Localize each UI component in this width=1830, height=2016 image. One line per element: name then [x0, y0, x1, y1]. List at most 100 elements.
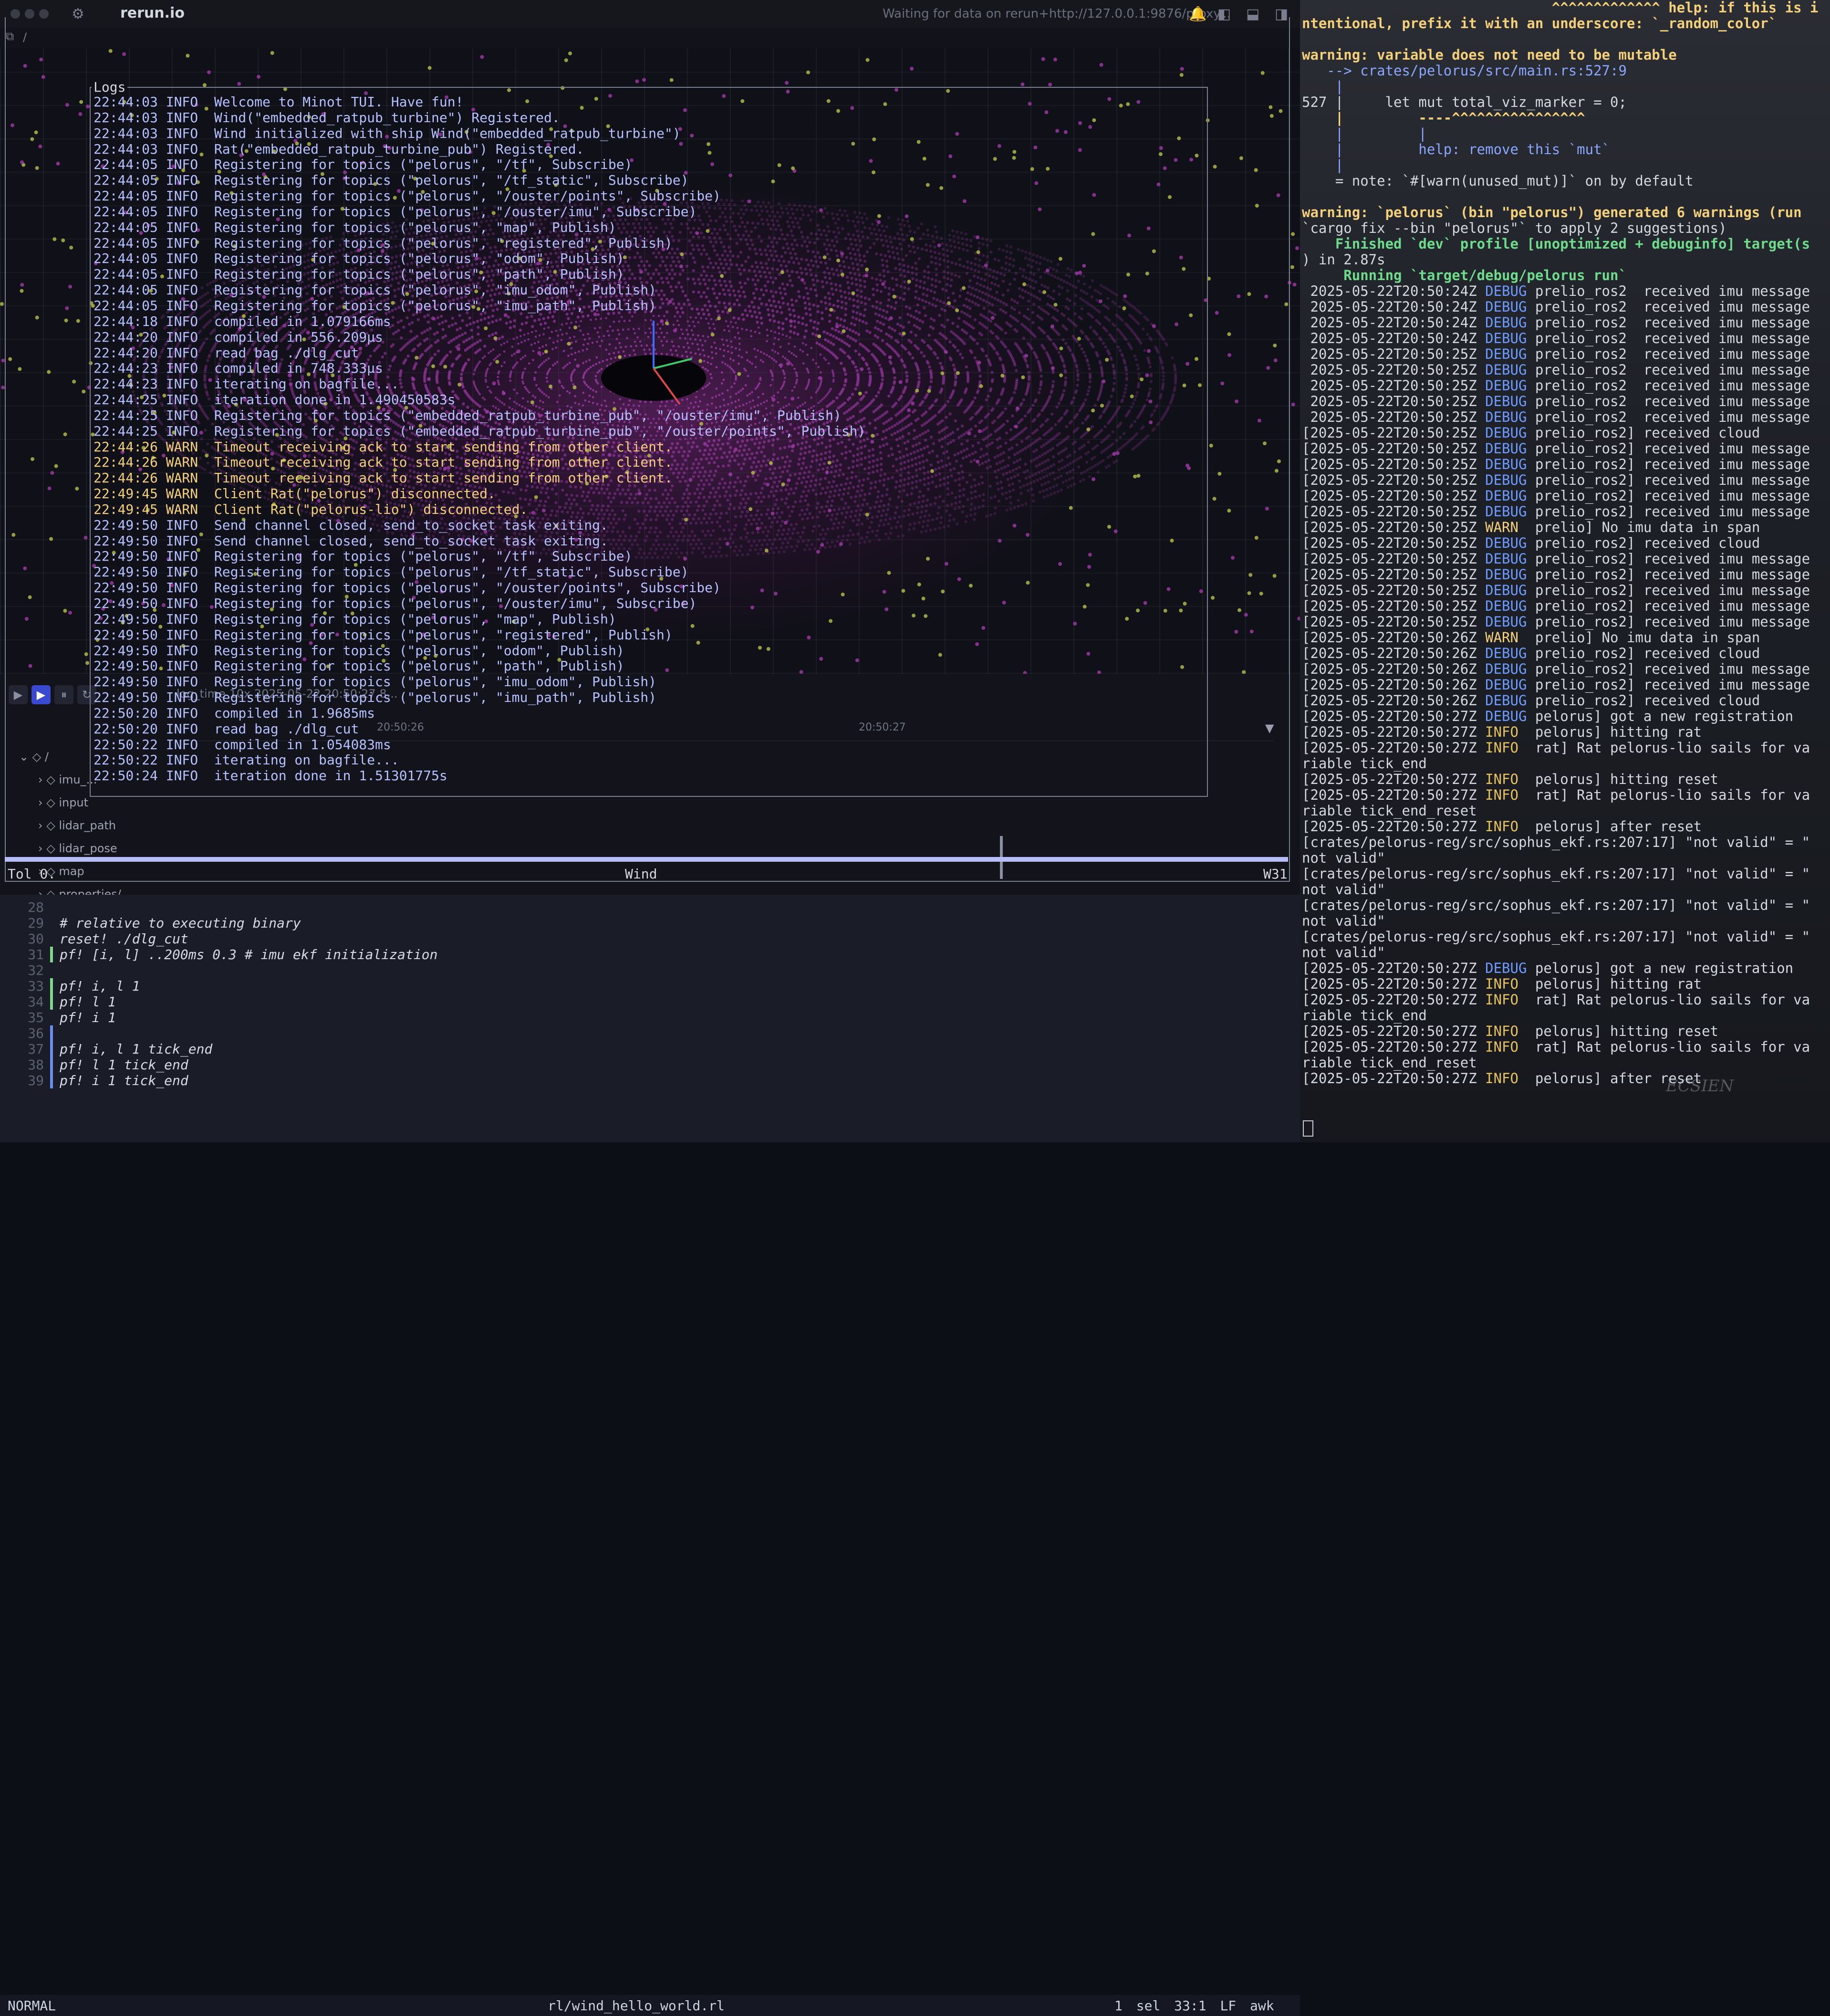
line-number: 31	[0, 947, 44, 962]
line-number: 35	[0, 1010, 44, 1025]
log-line: 22:49:50 INFO Send channel closed, send_…	[94, 533, 865, 549]
log-line: 22:44:25 INFO Registering for topics ("e…	[94, 424, 865, 439]
code-text: pf! i, l 1	[60, 978, 140, 994]
code-text: reset! ./dlg_cut	[60, 931, 188, 947]
terminal-line: [2025-05-22T20:50:26Z DEBUG prelio_ros2]…	[1302, 693, 1819, 709]
cursor-position: 33:1	[1174, 1998, 1206, 2014]
terminal-line	[1302, 31, 1819, 47]
terminal-line: --> crates/pelorus/src/main.rs:527:9	[1302, 63, 1819, 79]
editor-line: 29# relative to executing binary	[0, 915, 1300, 931]
terminal-line: riable tick_end	[1302, 1008, 1819, 1024]
terminal-line: [crates/pelorus-reg/src/sophus_ekf.rs:20…	[1302, 866, 1819, 882]
tree-item-label: › ◇ input	[38, 796, 88, 809]
editor-line: 33pf! i, l 1	[0, 978, 1300, 994]
terminal-line: |	[1302, 157, 1819, 173]
log-line: 22:49:50 INFO Send channel closed, send_…	[94, 518, 865, 533]
terminal-line: 2025-05-22T20:50:24Z DEBUG prelio_ros2 r…	[1302, 331, 1819, 346]
tree-item-label: › ◇ lidar_path	[38, 819, 116, 832]
log-line: 22:44:25 INFO Registering for topics ("e…	[94, 408, 865, 424]
tree-item[interactable]: › ◇ properties/	[38, 888, 121, 895]
terminal-line: riable tick_end_reset	[1302, 1055, 1819, 1071]
rerun-titlebar: ⚙ rerun.io Waiting for data on rerun+htt…	[0, 0, 1300, 28]
log-line: 22:50:20 INFO compiled in 1.9685ms	[94, 706, 865, 721]
app-title: rerun.io	[120, 5, 185, 21]
terminal-line: [2025-05-22T20:50:27Z DEBUG pelorus] got…	[1302, 709, 1819, 724]
play-button[interactable]: ▶	[31, 685, 51, 704]
tree-item-label: › ◇ imu_...	[38, 773, 97, 786]
line-number: 36	[0, 1025, 44, 1041]
log-line: 22:49:50 INFO Registering for topics ("p…	[94, 549, 865, 564]
horizontal-scrollbar[interactable]	[5, 857, 1288, 862]
close-window-button[interactable]	[10, 9, 20, 19]
terminal-line: = note: `#[warn(unused_mut)]` on by defa…	[1302, 173, 1819, 189]
terminal-line: [2025-05-22T20:50:25Z DEBUG prelio_ros2]…	[1302, 472, 1819, 488]
log-line: 22:44:26 WARN Timeout receiving ack to s…	[94, 455, 865, 470]
watermark: ECSIEN	[1666, 1076, 1734, 1096]
terminal-line: Finished `dev` profile [unoptimized + de…	[1302, 236, 1819, 252]
code-text: pf! i 1	[60, 1010, 116, 1025]
editor-line: 30 reset! ./dlg_cut	[0, 931, 1300, 947]
terminal-line: warning: `pelorus` (bin "pelorus") gener…	[1302, 205, 1819, 220]
log-line: 22:44:05 INFO Registering for topics ("p…	[94, 282, 865, 298]
rerun-window: ⚙ rerun.io Waiting for data on rerun+htt…	[0, 0, 1300, 895]
terminal-line: [2025-05-22T20:50:25Z DEBUG prelio_ros2]…	[1302, 551, 1819, 567]
terminal-line: 2025-05-22T20:50:24Z DEBUG prelio_ros2 r…	[1302, 315, 1819, 331]
bottom-panel-toggle-icon[interactable]: ⬓	[1246, 6, 1259, 22]
line-number: 28	[0, 899, 44, 915]
terminal-line: [2025-05-22T20:50:27Z INFO pelorus] afte…	[1302, 819, 1819, 835]
code-text: pf! [i, l] ..200ms 0.3 # imu ekf initial…	[60, 947, 437, 962]
viewport-pathbar: ⧉ /	[0, 28, 1300, 49]
time-cursor-icon[interactable]: ▼	[1265, 721, 1274, 735]
log-line: 22:44:26 WARN Timeout receiving ack to s…	[94, 470, 865, 486]
log-line: 22:44:03 INFO Welcome to Minot TUI. Have…	[94, 94, 865, 110]
tree-item[interactable]: › ◇ input	[38, 796, 88, 809]
entity-path: /	[23, 31, 27, 44]
terminal-line: [2025-05-22T20:50:27Z INFO rat] Rat pelo…	[1302, 1039, 1819, 1055]
terminal-line: 2025-05-22T20:50:25Z DEBUG prelio_ros2 r…	[1302, 378, 1819, 394]
maximize-window-button[interactable]	[39, 9, 49, 19]
line-number: 30	[0, 931, 44, 947]
log-line: 22:44:03 INFO Rat("embedded_ratpub_turbi…	[94, 142, 865, 157]
line-ending: LF	[1220, 1998, 1236, 2014]
left-panel-toggle-icon[interactable]: ◧	[1217, 6, 1231, 22]
terminal-line: [2025-05-22T20:50:27Z INFO rat] Rat pelo…	[1302, 992, 1819, 1008]
log-line: 22:49:50 INFO Registering for topics ("p…	[94, 643, 865, 659]
tree-item[interactable]: › ◇ lidar_pose	[38, 842, 117, 855]
terminal-window[interactable]: ^^^^^^^^^^^^^ help: if this is intention…	[1300, 0, 1830, 1142]
wind-right-label: W31	[1263, 866, 1288, 882]
log-line: 22:44:03 INFO Wind("embedded_ratpub_turb…	[94, 110, 865, 126]
terminal-line: 2025-05-22T20:50:24Z DEBUG prelio_ros2 r…	[1302, 299, 1819, 315]
terminal-line: not valid"	[1302, 882, 1819, 898]
tree-item[interactable]: ⌄ ◇ /	[19, 750, 49, 763]
terminal-line: not valid"	[1302, 850, 1819, 866]
git-change-marker	[50, 1041, 53, 1057]
log-line: 22:44:05 INFO Registering for topics ("p…	[94, 236, 865, 251]
tree-item[interactable]: › ◇ imu_...	[38, 773, 97, 786]
terminal-line: [2025-05-22T20:50:25Z DEBUG prelio_ros2]…	[1302, 614, 1819, 630]
line-number: 39	[0, 1073, 44, 1088]
git-change-marker	[50, 1057, 53, 1073]
code-text: pf! l 1 tick_end	[60, 1057, 188, 1073]
tree-item-label: › ◇ properties/	[38, 888, 121, 895]
view-3d-icon[interactable]: ⧉	[6, 30, 14, 43]
editor-line: 36	[0, 1025, 1300, 1041]
bell-icon[interactable]: 🔔	[1189, 6, 1206, 22]
pause-button[interactable]: ⏸	[54, 685, 73, 704]
tree-item[interactable]: › ◇ lidar_path	[38, 819, 116, 832]
git-change-marker	[50, 994, 53, 1010]
code-editor[interactable]: 2829# relative to executing binary30 rese…	[0, 895, 1300, 1142]
code-text: # relative to executing binary	[60, 915, 301, 931]
editor-line: 31 pf! [i, l] ..200ms 0.3 # imu ekf initi…	[0, 947, 1300, 962]
log-line: 22:49:50 INFO Registering for topics ("p…	[94, 690, 865, 706]
log-line: 22:49:45 WARN Client Rat("pelorus-lio") …	[94, 502, 865, 518]
log-line: 22:49:50 INFO Registering for topics ("p…	[94, 596, 865, 612]
play-back-button[interactable]: ▶	[9, 685, 28, 704]
log-line: 22:44:05 INFO Registering for topics ("p…	[94, 251, 865, 267]
minimize-window-button[interactable]	[25, 9, 34, 19]
editor-status-right: 1 sel 33:1 LF awk	[1114, 1998, 1274, 2014]
gear-icon[interactable]: ⚙	[72, 6, 84, 22]
log-line: 22:44:20 INFO compiled in 556.209µs	[94, 330, 865, 345]
git-change-marker	[50, 947, 53, 962]
right-panel-toggle-icon[interactable]: ◨	[1275, 6, 1288, 22]
line-number: 32	[0, 962, 44, 978]
